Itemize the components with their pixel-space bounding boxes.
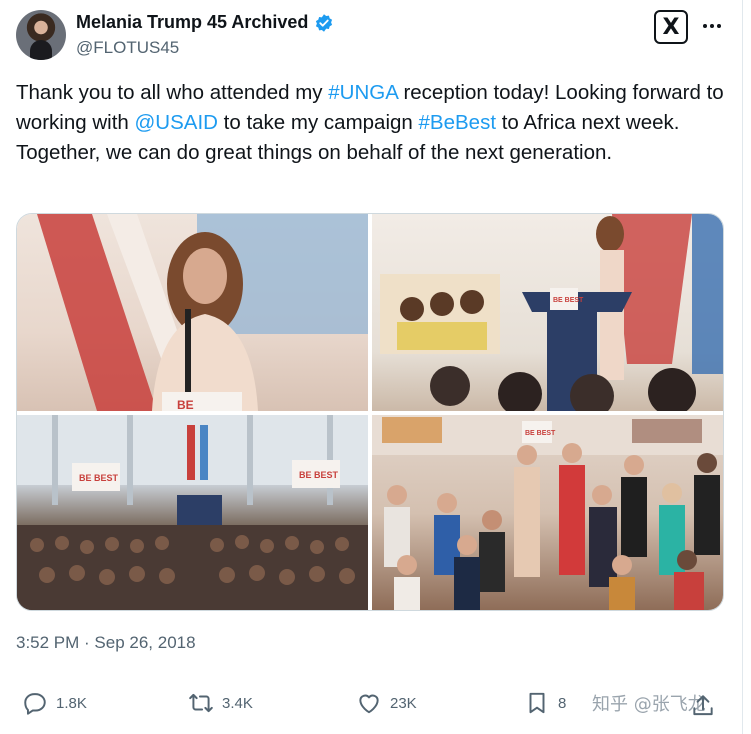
like-button[interactable]: 23K bbox=[356, 690, 417, 716]
handle[interactable]: @FLOTUS45 bbox=[76, 38, 179, 58]
bookmark-count: 8 bbox=[558, 694, 567, 712]
photo-3-scene: BE BEST BE BEST bbox=[17, 415, 368, 610]
photo-2-scene: BE BEST bbox=[380, 214, 723, 411]
like-count: 23K bbox=[390, 694, 417, 712]
tweet-text: Thank you to all who attended my #UNGA r… bbox=[16, 78, 726, 168]
hashtag-link[interactable]: #BeBest bbox=[419, 111, 497, 134]
display-name[interactable]: Melania Trump 45 Archived bbox=[76, 12, 308, 33]
tweet-text-segment: to take my campaign bbox=[217, 111, 419, 134]
more-options-icon[interactable] bbox=[700, 14, 724, 38]
reply-button[interactable]: 1.8K bbox=[22, 690, 87, 716]
tweet-timestamp[interactable]: 3:52 PM · Sep 26, 2018 bbox=[16, 633, 196, 653]
media-grid: BE BE BEST BE BEST BE BEST BE BEST bbox=[16, 213, 724, 611]
photo-4[interactable]: BE BEST bbox=[372, 415, 723, 610]
photo-3[interactable]: BE BEST BE BEST bbox=[17, 415, 368, 610]
photo-3-sign-right-text: BE BEST bbox=[299, 470, 339, 480]
tweet-text-segment: Thank you to all who attended my bbox=[16, 81, 329, 104]
bookmark-icon bbox=[529, 692, 545, 714]
photo-3-sign-left-text: BE BEST bbox=[79, 473, 119, 483]
share-icon[interactable] bbox=[690, 693, 716, 719]
retweet-icon bbox=[189, 693, 213, 713]
heart-icon bbox=[359, 694, 379, 714]
photo-2[interactable]: BE BEST bbox=[372, 214, 723, 411]
bookmark-button[interactable]: 8 bbox=[524, 690, 566, 716]
avatar[interactable] bbox=[16, 10, 66, 60]
tweet-card: Melania Trump 45 Archived @FLOTUS45 X Th… bbox=[0, 0, 743, 734]
retweet-button[interactable]: 3.4K bbox=[188, 690, 253, 716]
x-logo-icon[interactable]: X bbox=[654, 10, 688, 44]
reply-icon bbox=[24, 693, 46, 715]
photo-1-scene: BE bbox=[37, 214, 368, 411]
photo-4-sign-text: BE BEST bbox=[525, 430, 556, 437]
watermark-text: 知乎 @张飞龙 bbox=[592, 694, 706, 715]
retweet-count: 3.4K bbox=[222, 694, 253, 712]
photo-2-sign-text: BE BEST bbox=[553, 297, 584, 304]
verified-badge-icon bbox=[316, 13, 333, 32]
photo-4-scene: BE BEST bbox=[372, 415, 723, 610]
hashtag-link[interactable]: #UNGA bbox=[328, 81, 398, 104]
reply-count: 1.8K bbox=[56, 694, 87, 712]
mention-link[interactable]: @USAID bbox=[135, 111, 218, 134]
author-name-row[interactable]: Melania Trump 45 Archived bbox=[76, 12, 334, 33]
photo-1-sign-text: BE bbox=[177, 398, 194, 411]
photo-1[interactable]: BE bbox=[17, 214, 368, 411]
